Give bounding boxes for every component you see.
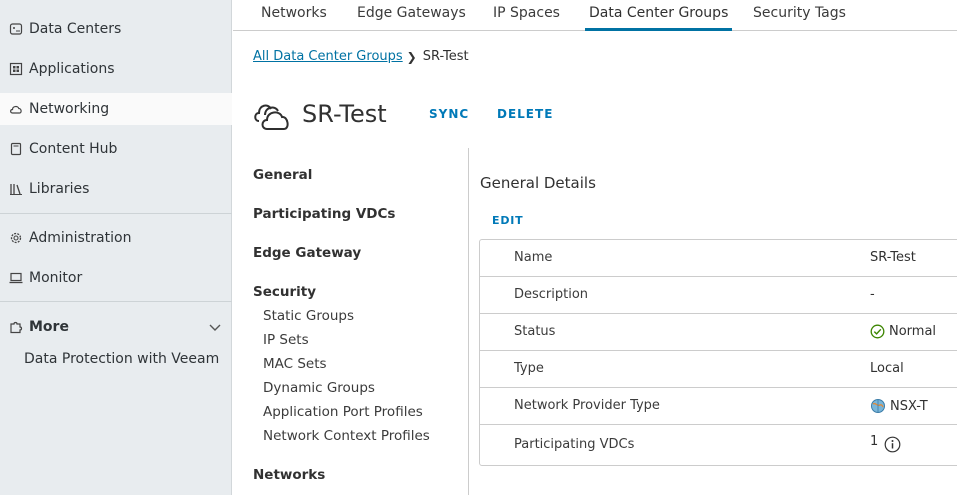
check-circle-icon: [870, 324, 885, 339]
tab-edge-gateways[interactable]: Edge Gateways: [353, 0, 470, 31]
table-row: Network Provider Type NSX-T: [480, 388, 957, 425]
sidebar-item-label: Administration: [29, 230, 132, 246]
sidebar-item-networking[interactable]: Networking: [0, 93, 232, 125]
sidebar-item-administration[interactable]: Administration: [0, 222, 232, 254]
clouds-icon: [254, 104, 289, 130]
vdc-count-value: 1: [870, 434, 905, 453]
vnav-networks[interactable]: Networks: [253, 464, 325, 486]
vnav-application-port-profiles[interactable]: Application Port Profiles: [263, 401, 423, 423]
vnav-general[interactable]: General: [253, 164, 312, 186]
tab-ip-spaces[interactable]: IP Spaces: [489, 0, 564, 31]
sidebar-divider: [0, 213, 232, 214]
section-title: General Details: [480, 174, 596, 192]
row-label: Network Provider Type: [514, 398, 660, 413]
table-row: Participating VDCs 1: [480, 425, 957, 466]
cloud-network-icon: [8, 101, 24, 117]
row-label: Description: [514, 287, 589, 302]
sidebar-divider: [0, 301, 232, 302]
sidebar-item-label: Networking: [29, 101, 110, 117]
top-tabs: Networks Edge Gateways IP Spaces Data Ce…: [233, 0, 957, 31]
vnav-participating-vdcs[interactable]: Participating VDCs: [253, 203, 395, 225]
delete-button[interactable]: DELETE: [497, 105, 553, 123]
tab-data-center-groups[interactable]: Data Center Groups: [585, 0, 733, 31]
row-label: Name: [514, 250, 553, 265]
applications-icon: [8, 61, 24, 77]
sidebar-item-applications[interactable]: Applications: [0, 53, 232, 85]
gear-icon: [8, 230, 24, 246]
vnav-network-context-profiles[interactable]: Network Context Profiles: [263, 425, 430, 447]
table-row: Description -: [480, 277, 957, 314]
data-center-icon: [8, 21, 24, 37]
provider-text: NSX-T: [890, 398, 928, 414]
nsx-globe-icon: [871, 399, 885, 413]
content-hub-icon: [8, 141, 24, 157]
sidebar-item-libraries[interactable]: Libraries: [0, 173, 232, 205]
puzzle-icon: [8, 319, 24, 335]
info-circle-icon[interactable]: [884, 436, 901, 453]
page-title: SR-Test: [302, 100, 387, 128]
row-value: Local: [870, 361, 904, 376]
row-value: SR-Test: [870, 250, 916, 265]
row-label: Participating VDCs: [514, 437, 635, 452]
sidebar-item-label: More: [29, 319, 69, 335]
table-row: Name SR-Test: [480, 240, 957, 277]
vnav-ip-sets[interactable]: IP Sets: [263, 329, 309, 351]
sidebar-item-data-protection[interactable]: Data Protection with Veeam: [24, 348, 219, 370]
sync-button[interactable]: SYNC: [429, 105, 469, 123]
sidebar-item-more[interactable]: More: [0, 311, 232, 343]
sidebar-item-data-centers[interactable]: Data Centers: [0, 13, 232, 45]
row-label: Status: [514, 324, 556, 339]
breadcrumb-link-all-groups[interactable]: All Data Center Groups: [253, 47, 403, 67]
breadcrumb: All Data Center Groups ❯ SR-Test: [253, 47, 469, 67]
provider-value: NSX-T: [870, 398, 928, 414]
chevron-right-icon: ❯: [406, 50, 417, 64]
vnav-security[interactable]: Security: [253, 281, 316, 303]
row-label: Type: [514, 361, 544, 376]
sidebar-item-label: Monitor: [29, 270, 83, 286]
vnav-mac-sets[interactable]: MAC Sets: [263, 353, 327, 375]
sidebar-item-content-hub[interactable]: Content Hub: [0, 133, 232, 165]
chevron-down-icon[interactable]: [208, 320, 222, 334]
status-value: Normal: [870, 324, 936, 339]
sidebar-item-label: Data Centers: [29, 21, 122, 37]
tab-security-tags[interactable]: Security Tags: [749, 0, 850, 31]
details-table: Name SR-Test Description - Status Normal…: [479, 239, 957, 466]
vnav-edge-gateway[interactable]: Edge Gateway: [253, 242, 361, 264]
table-row: Type Local: [480, 351, 957, 388]
sidebar: Data Centers Applications Networking Con…: [0, 0, 232, 495]
table-row: Status Normal: [480, 314, 957, 351]
vnav-static-groups[interactable]: Static Groups: [263, 305, 354, 327]
sidebar-item-label: Content Hub: [29, 141, 118, 157]
row-value: -: [870, 287, 875, 302]
vdc-count-text: 1: [870, 434, 879, 449]
tab-networks[interactable]: Networks: [257, 0, 331, 31]
libraries-icon: [8, 181, 24, 197]
vnav-dynamic-groups[interactable]: Dynamic Groups: [263, 377, 375, 399]
monitor-icon: [8, 270, 24, 286]
sidebar-item-label: Applications: [29, 61, 115, 77]
edit-button[interactable]: EDIT: [492, 212, 523, 230]
breadcrumb-current: SR-Test: [422, 49, 469, 64]
sidebar-item-label: Libraries: [29, 181, 90, 197]
vnav-divider: [468, 148, 469, 495]
sidebar-item-monitor[interactable]: Monitor: [0, 262, 232, 294]
status-text: Normal: [889, 324, 937, 339]
